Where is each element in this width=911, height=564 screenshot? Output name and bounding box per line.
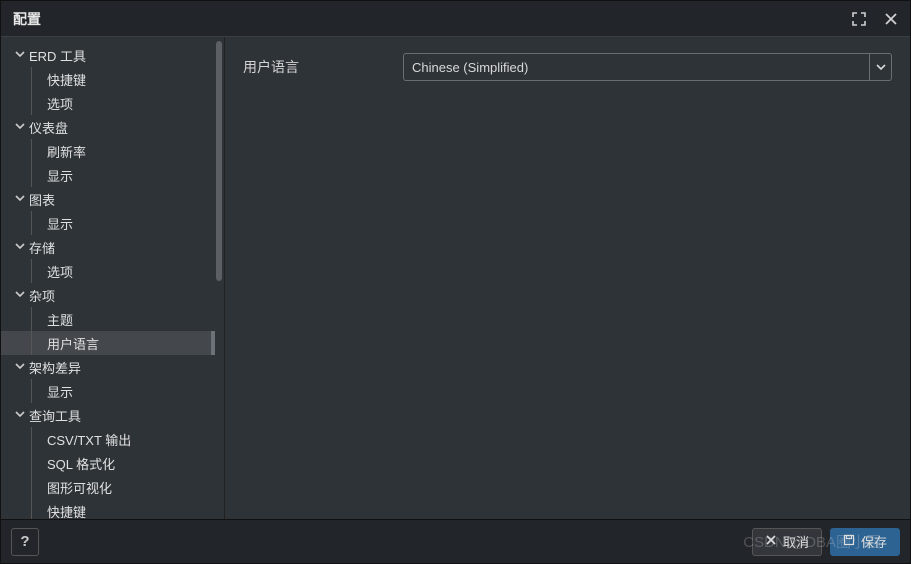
footer: ? 取消 保存 [1, 519, 910, 563]
setting-row-user-language: 用户语言 Chinese (Simplified) [243, 53, 892, 81]
sidebar-item[interactable]: 快捷键 [1, 67, 215, 91]
sidebar-item[interactable]: 图形可视化 [1, 475, 215, 499]
save-button[interactable]: 保存 [830, 528, 900, 556]
sidebar-item-label: 显示 [47, 166, 73, 185]
group-label: 仪表盘 [29, 118, 68, 137]
group-header[interactable]: 图表 [1, 187, 215, 211]
sidebar-item-label: 显示 [47, 382, 73, 401]
row-label: 用户语言 [243, 57, 393, 77]
sidebar-item[interactable]: SQL 格式化 [1, 451, 215, 475]
group-header[interactable]: 仪表盘 [1, 115, 215, 139]
group-label: 图表 [29, 190, 55, 209]
sidebar-item[interactable]: 刷新率 [1, 139, 215, 163]
sidebar-item-label: 选项 [47, 94, 73, 113]
group-label: 查询工具 [29, 406, 81, 425]
chevron-down-icon [869, 54, 891, 80]
save-label: 保存 [861, 532, 887, 551]
sidebar-item[interactable]: 主题 [1, 307, 215, 331]
sidebar-item-label: 显示 [47, 214, 73, 233]
group-header[interactable]: 架构差异 [1, 355, 215, 379]
help-button[interactable]: ? [11, 528, 39, 556]
sidebar-scrollbar[interactable] [216, 41, 222, 281]
sidebar-item[interactable]: 用户语言 [1, 331, 215, 355]
chevron-down-icon [15, 241, 29, 254]
chevron-down-icon [15, 49, 29, 62]
dialog-title: 配置 [13, 9, 852, 29]
content-pane: 用户语言 Chinese (Simplified) [225, 37, 910, 519]
sidebar-item[interactable]: 选项 [1, 259, 215, 283]
cancel-label: 取消 [783, 532, 809, 551]
group-label: 存储 [29, 238, 55, 257]
sidebar-wrap: ERD 工具快捷键选项仪表盘刷新率显示图表显示存储选项杂项主题用户语言架构差异显… [1, 37, 225, 519]
x-icon [765, 534, 777, 549]
group-label: 架构差异 [29, 358, 81, 377]
sidebar-item-label: 选项 [47, 262, 73, 281]
sidebar[interactable]: ERD 工具快捷键选项仪表盘刷新率显示图表显示存储选项杂项主题用户语言架构差异显… [1, 37, 215, 519]
titlebar: 配置 [1, 1, 910, 37]
group-header[interactable]: 存储 [1, 235, 215, 259]
config-dialog: 配置 ERD 工具快捷键选项仪表盘刷新率显示图表显示存储选项杂项主题用户语言架构… [0, 0, 911, 564]
select-value: Chinese (Simplified) [412, 60, 528, 75]
close-icon[interactable] [884, 12, 898, 26]
chevron-down-icon [15, 289, 29, 302]
chevron-down-icon [15, 193, 29, 206]
sidebar-item[interactable]: 显示 [1, 211, 215, 235]
group-label: 杂项 [29, 286, 55, 305]
sidebar-item[interactable]: 显示 [1, 163, 215, 187]
group-header[interactable]: 查询工具 [1, 403, 215, 427]
language-select[interactable]: Chinese (Simplified) [403, 53, 892, 81]
sidebar-item-label: 用户语言 [47, 334, 99, 353]
chevron-down-icon [15, 121, 29, 134]
group-header[interactable]: 杂项 [1, 283, 215, 307]
sidebar-item[interactable]: 显示 [1, 379, 215, 403]
titlebar-icons [852, 12, 898, 26]
cancel-button[interactable]: 取消 [752, 528, 822, 556]
sidebar-item-label: SQL 格式化 [47, 454, 115, 473]
dialog-body: ERD 工具快捷键选项仪表盘刷新率显示图表显示存储选项杂项主题用户语言架构差异显… [1, 37, 910, 519]
sidebar-item[interactable]: 快捷键 [1, 499, 215, 519]
sidebar-item[interactable]: CSV/TXT 输出 [1, 427, 215, 451]
sidebar-item-label: CSV/TXT 输出 [47, 430, 131, 449]
expand-icon[interactable] [852, 12, 866, 26]
sidebar-item-label: 主题 [47, 310, 73, 329]
group-header[interactable]: ERD 工具 [1, 43, 215, 67]
chevron-down-icon [15, 361, 29, 374]
sidebar-item-label: 刷新率 [47, 142, 86, 161]
chevron-down-icon [15, 409, 29, 422]
sidebar-item-label: 快捷键 [47, 70, 86, 89]
sidebar-item[interactable]: 选项 [1, 91, 215, 115]
sidebar-item-label: 图形可视化 [47, 478, 112, 497]
group-label: ERD 工具 [29, 46, 86, 65]
sidebar-item-label: 快捷键 [47, 502, 86, 520]
save-icon [843, 534, 855, 549]
